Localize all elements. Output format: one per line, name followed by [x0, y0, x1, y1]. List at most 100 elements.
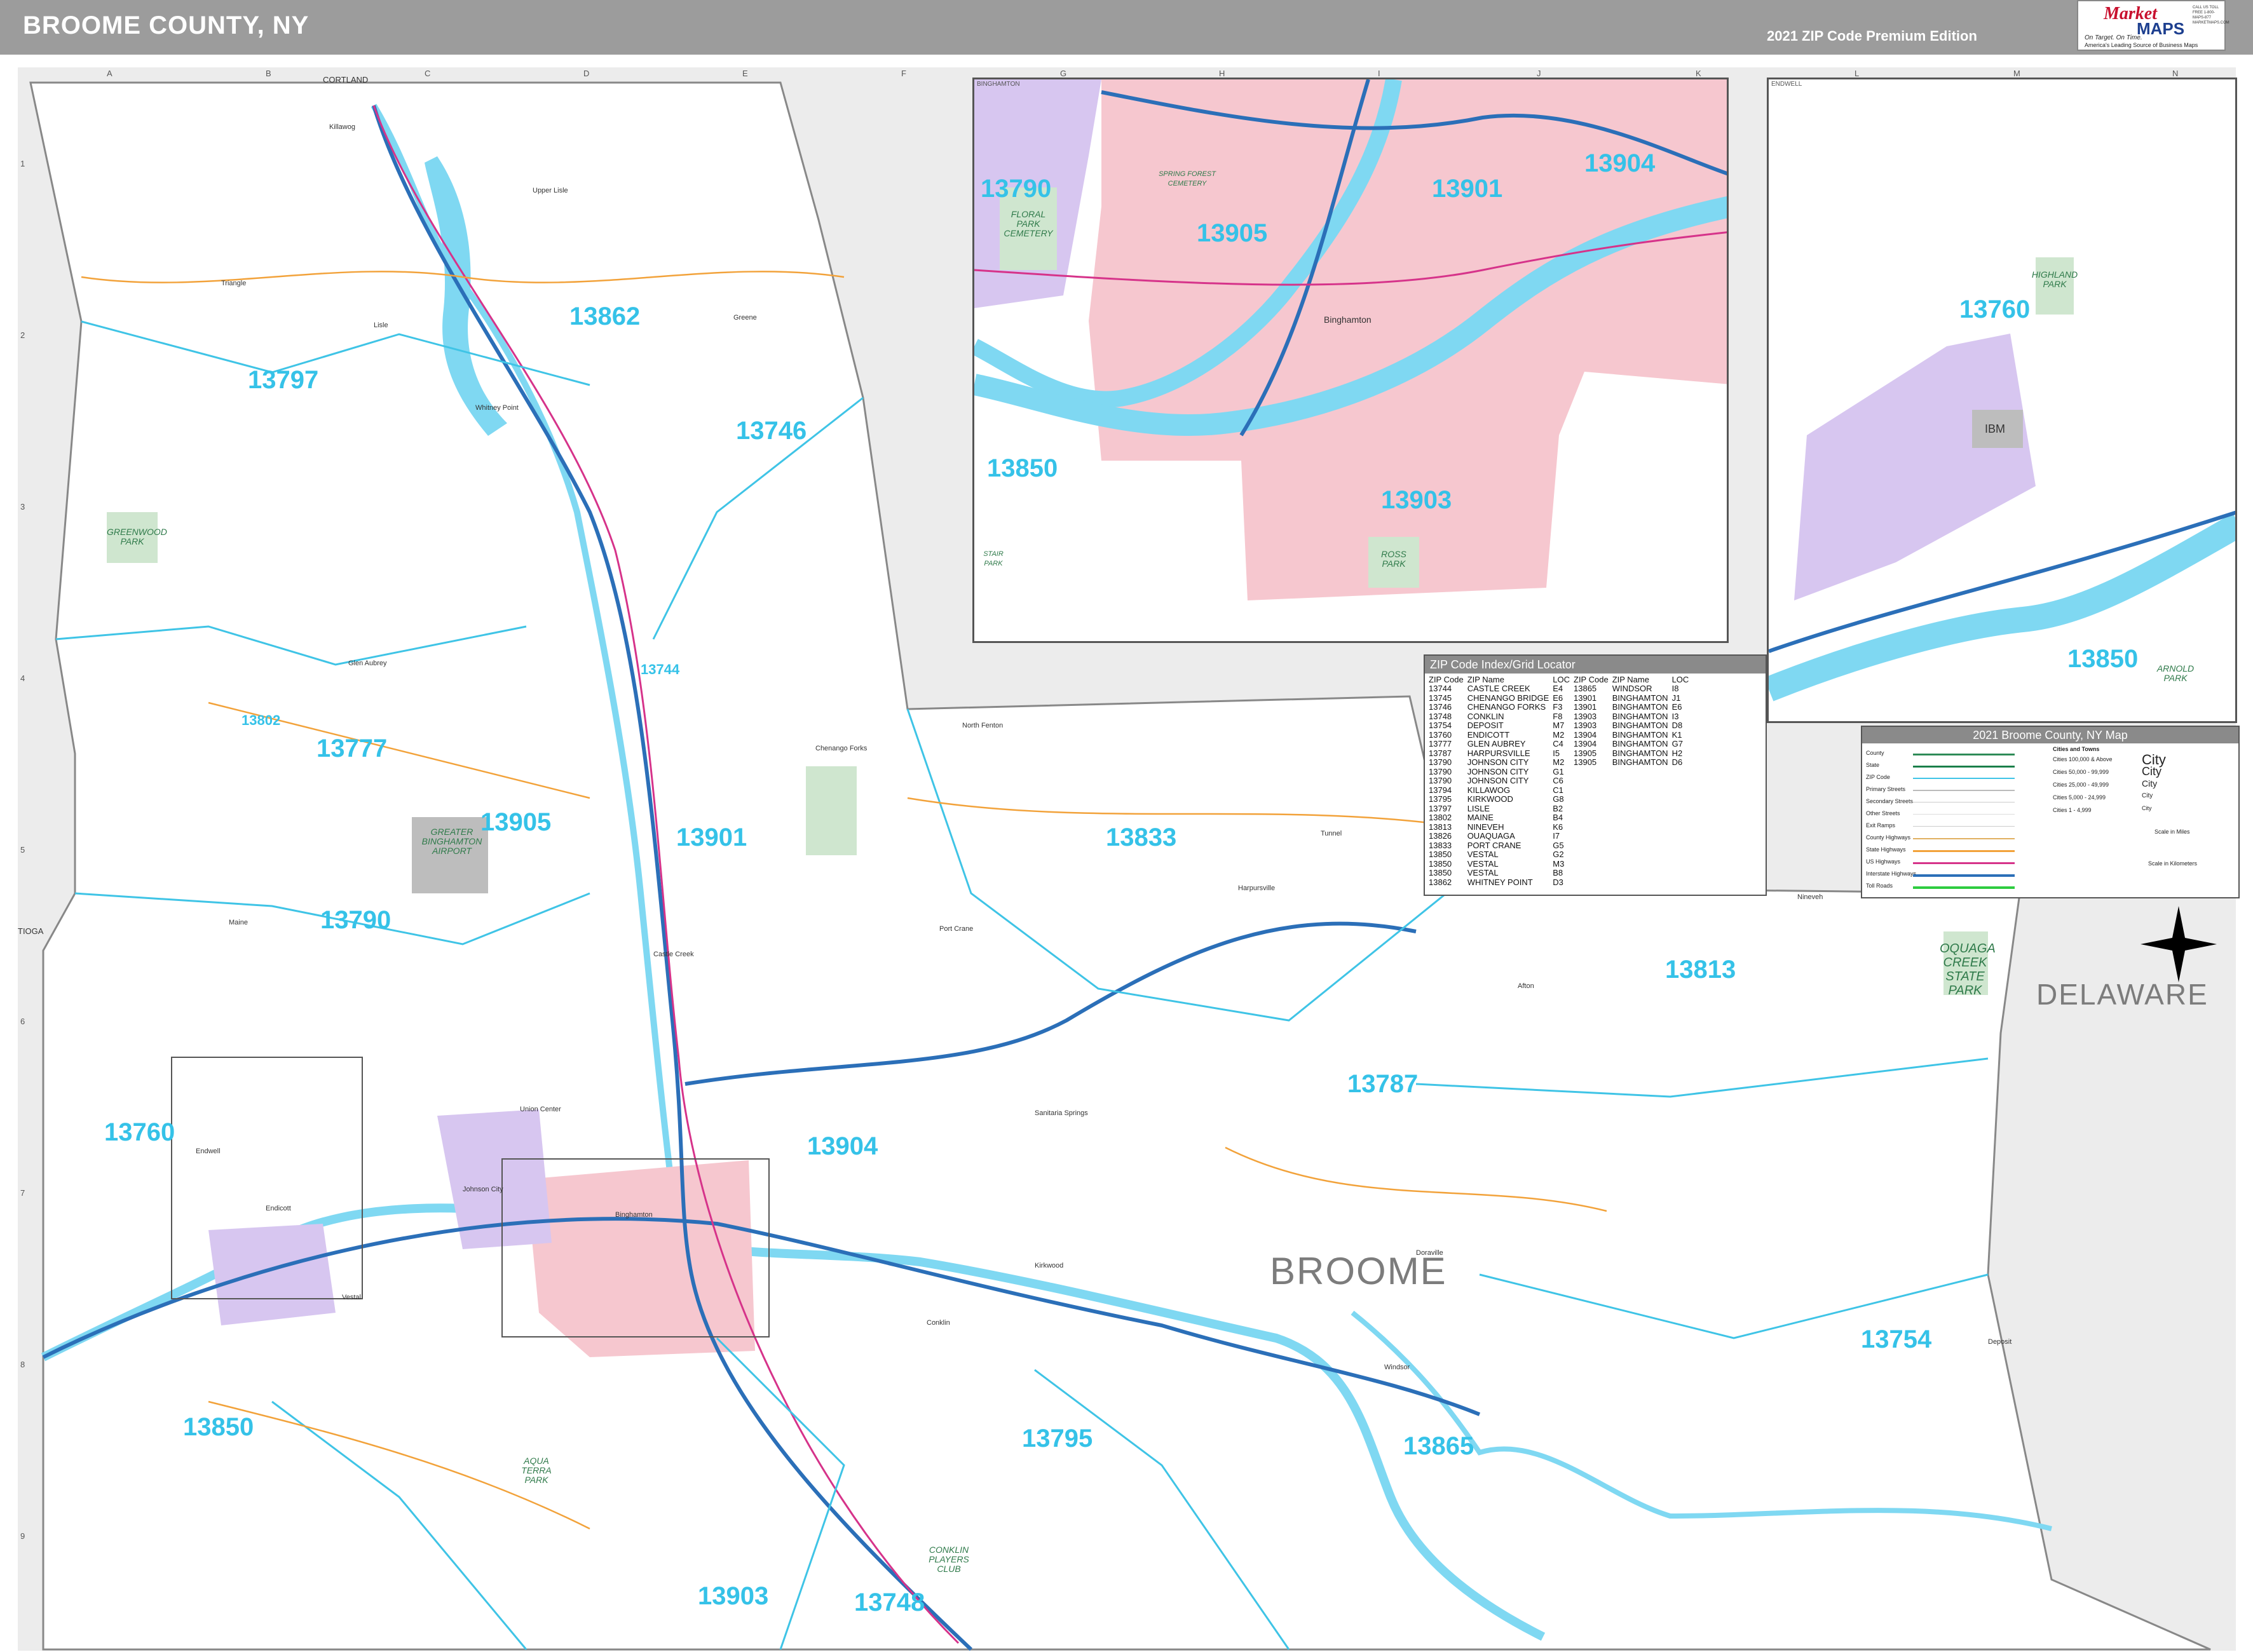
market-maps-logo[interactable]: Market MAPS On Target. On Time. America'… — [2077, 0, 2229, 51]
zip-label[interactable]: 13865 — [1403, 1432, 1474, 1461]
index-cell: 13850 — [1429, 850, 1452, 859]
index-cell: 13903 — [1574, 721, 1597, 730]
zip-label[interactable]: 13746 — [736, 417, 807, 445]
index-cell: VESTAL — [1467, 850, 1499, 859]
zip-label[interactable]: 13901 — [676, 823, 747, 852]
zip-label[interactable]: 13760 — [104, 1118, 175, 1147]
zip-label[interactable]: 13748 — [854, 1588, 925, 1617]
zip-label[interactable]: 13795 — [1022, 1425, 1092, 1453]
zip-label[interactable]: 13905 — [1197, 219, 1267, 248]
grid-column-label: D — [583, 69, 590, 78]
zip-label[interactable]: 13787 — [1347, 1070, 1418, 1099]
zip-label[interactable]: 13797 — [248, 366, 318, 395]
index-cell: 13797 — [1429, 803, 1452, 813]
zip-label[interactable]: 13813 — [1665, 956, 1736, 984]
urban-endicott — [208, 1224, 336, 1325]
park-label: SPRING FOREST CEMETERY — [1159, 170, 1216, 187]
park-label: GREENWOOD PARK — [107, 527, 167, 546]
legend-row-label: Toll Roads — [1866, 883, 1893, 889]
index-title: ZIP Code Index/Grid Locator — [1425, 656, 1766, 674]
zip-label[interactable]: 13850 — [987, 454, 1058, 483]
zip-label[interactable]: 13850 — [2067, 645, 2138, 674]
airport-label: GREATER BINGHAMTON AIRPORT — [421, 827, 482, 856]
park-label: FLORAL PARK CEMETERY — [1004, 209, 1053, 238]
index-row: 13760 ENDICOTT M2 13904 BINGHAMTON K1 — [1429, 729, 1692, 740]
zip-label[interactable]: 13901 — [1432, 175, 1502, 203]
legend-line-swatch — [1913, 874, 2015, 877]
index-row: 13797 LISLE B2 — [1429, 804, 1692, 814]
zip-label[interactable]: 13802 — [242, 712, 280, 729]
zip-label[interactable]: 13862 — [569, 302, 640, 331]
zip-label[interactable]: 13850 — [183, 1413, 254, 1442]
index-cell: JOHNSON CITY — [1467, 757, 1529, 767]
logo-tagline: On Target. On Time. — [2085, 34, 2142, 41]
index-cell — [1612, 860, 1672, 869]
place-label: Doraville — [1416, 1249, 1443, 1257]
grid-row-label: 9 — [20, 1531, 25, 1541]
index-cell: I7 — [1553, 831, 1560, 841]
park-label: STAIR PARK — [983, 550, 1004, 567]
index-cell — [1612, 869, 1672, 878]
index-cell: 13905 — [1574, 748, 1597, 758]
zip-label[interactable]: 13760 — [1959, 295, 2030, 324]
index-cell — [1574, 786, 1612, 796]
index-row: 13794 KILLAWOG C1 — [1429, 785, 1692, 796]
place-label: Windsor — [1384, 1364, 1410, 1371]
index-cell: E6 — [1671, 702, 1682, 712]
index-cell: KIRKWOOD — [1467, 794, 1513, 804]
zip-label[interactable]: 13903 — [1381, 486, 1452, 515]
legend-city-sample: City — [2142, 805, 2152, 811]
index-cell: G5 — [1553, 840, 1564, 850]
index-cell — [1574, 878, 1612, 888]
index-row: 13813 NINEVEH K6 — [1429, 822, 1692, 832]
inset-binghamton[interactable]: BINGHAMTON 13790 13905 13901 13904 13850… — [972, 78, 1729, 643]
index-cell: BINGHAMTON — [1612, 739, 1668, 748]
place-label: Union Center — [520, 1106, 561, 1113]
index-cell — [1612, 786, 1672, 796]
place-label: Endwell — [196, 1148, 221, 1155]
index-cell: BINGHAMTON — [1612, 702, 1668, 712]
zip-label[interactable]: 13833 — [1106, 823, 1176, 852]
index-cell — [1574, 841, 1612, 851]
place-label: Port Crane — [939, 925, 974, 933]
index-cell: D6 — [1671, 757, 1683, 767]
neighbor-county-label: DELAWARE — [2036, 978, 2209, 1011]
zip-label[interactable]: 13790 — [320, 906, 391, 935]
legend-row-label: County Highways — [1866, 834, 1911, 841]
index-cell: 13850 — [1429, 858, 1452, 869]
index-cell — [1672, 869, 1693, 878]
index-cell — [1574, 795, 1612, 804]
place-label: Triangle — [221, 280, 247, 287]
legend-row-label: State — [1866, 762, 1880, 768]
logo-maps-text: MAPS — [2137, 19, 2185, 38]
zip-label[interactable]: 13905 — [480, 808, 551, 837]
index-cell — [1612, 878, 1672, 888]
zip-label[interactable]: 13744 — [641, 661, 679, 678]
index-cell: 13794 — [1429, 785, 1452, 795]
index-cell — [1574, 832, 1612, 841]
zip-label[interactable]: 13754 — [1861, 1325, 1931, 1354]
index-cell: G8 — [1553, 794, 1564, 804]
legend-city-class: Cities 5,000 - 24,999 — [2053, 794, 2106, 801]
map-title: BROOME COUNTY, NY — [23, 11, 310, 39]
place-label: Nineveh — [1797, 893, 1823, 901]
index-cell — [1672, 878, 1693, 888]
index-cell: I8 — [1671, 684, 1679, 693]
zip-label[interactable]: 13904 — [807, 1132, 878, 1161]
zip-label[interactable]: 13790 — [981, 175, 1051, 203]
index-cell: 13744 — [1429, 684, 1452, 693]
index-cell: E4 — [1553, 684, 1563, 693]
legend-row-label: Exit Ramps — [1866, 822, 1896, 829]
index-cell: B4 — [1553, 813, 1563, 822]
zip-label[interactable]: 13903 — [698, 1582, 768, 1611]
index-cell — [1672, 776, 1693, 786]
index-cell: E6 — [1553, 693, 1563, 703]
index-cell: 13760 — [1429, 729, 1452, 740]
zip-label[interactable]: 13777 — [317, 735, 387, 763]
index-header: LOC — [1553, 675, 1570, 684]
inset-endwell[interactable]: ENDWELL 13760 13850 IBM HIGHLAND PARK AR… — [1767, 78, 2237, 723]
legend-city-class: Cities 50,000 - 99,999 — [2053, 769, 2109, 775]
zip-label[interactable]: 13904 — [1584, 149, 1655, 178]
index-cell: 13903 — [1574, 711, 1597, 721]
index-cell: 13777 — [1429, 739, 1452, 748]
